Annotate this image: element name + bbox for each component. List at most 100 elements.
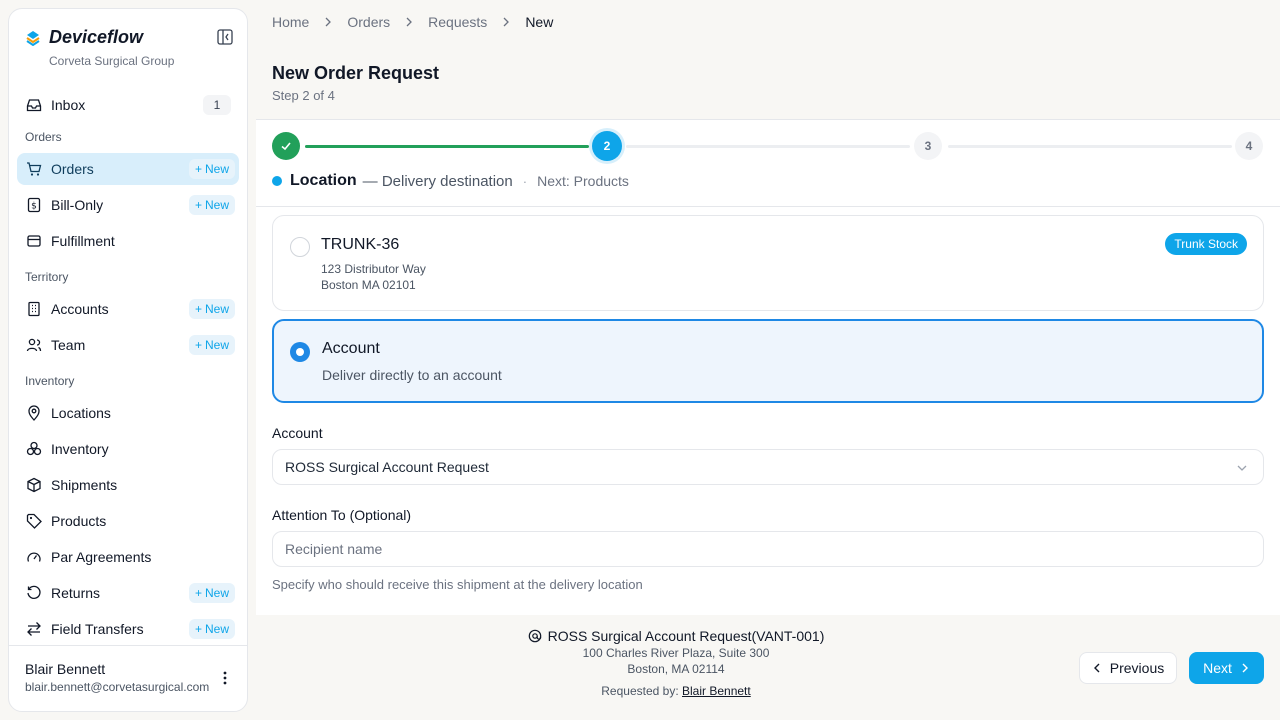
cart-icon [25, 160, 43, 178]
step-2-current[interactable]: 2 [592, 131, 622, 161]
section-label-territory: Territory [25, 270, 69, 284]
option-description: Deliver directly to an account [322, 367, 502, 383]
previous-label: Previous [1109, 660, 1165, 676]
account-select-value: ROSS Surgical Account Request [285, 459, 489, 475]
sidebar-item-label: Locations [51, 405, 111, 421]
sidebar-item-label: Orders [51, 161, 94, 177]
step-1-complete[interactable] [272, 132, 300, 160]
user-email: blair.bennett@corvetasurgical.com [25, 680, 210, 694]
summary-account-name: ROSS Surgical Account Request(VANT-001) [547, 628, 825, 644]
sidebar-item-locations[interactable]: Locations [17, 397, 239, 429]
step-description: — Delivery destination [362, 172, 513, 190]
attention-helper-text: Specify who should receive this shipment… [272, 577, 643, 592]
requested-by: Requested by: Blair Bennett [456, 684, 896, 698]
receipt-icon: $ [25, 196, 43, 214]
sidebar-item-fulfillment[interactable]: Fulfillment [17, 225, 239, 257]
recipient-name-input[interactable] [285, 541, 1263, 557]
sidebar-item-accounts[interactable]: Accounts + New [17, 293, 239, 325]
location-option-account[interactable]: Account Deliver directly to an account [272, 319, 1264, 403]
building-icon [25, 300, 43, 318]
sidebar-item-products[interactable]: Products [17, 505, 239, 537]
sidebar-item-label: Bill-Only [51, 197, 104, 213]
svg-text:$: $ [31, 202, 37, 212]
step-caption: Location — Delivery destination · Next: … [272, 172, 629, 190]
sidebar-item-label: Inventory [51, 441, 109, 457]
box-icon [25, 232, 43, 250]
deviceflow-logo-icon [26, 30, 40, 46]
chevron-left-icon [1093, 663, 1100, 673]
plus-icon: + [194, 302, 202, 316]
breadcrumb-orders[interactable]: Orders [347, 14, 390, 30]
sidebar-item-par-agreements[interactable]: Par Agreements [17, 541, 239, 573]
option-title: Account [322, 340, 380, 357]
sidebar-item-field-transfers[interactable]: Field Transfers + New [17, 613, 239, 645]
plus-icon: + [194, 338, 202, 352]
new-account-button[interactable]: + New [188, 299, 235, 319]
sidebar-item-bill-only[interactable]: $ Bill-Only + New [17, 189, 239, 221]
inbox-icon [25, 96, 43, 114]
sidebar-item-inventory[interactable]: Inventory [17, 433, 239, 465]
gauge-icon [25, 548, 43, 566]
previous-button[interactable]: Previous [1079, 652, 1177, 684]
boxes-icon [25, 440, 43, 458]
chevron-right-icon [323, 14, 333, 30]
brand[interactable]: Deviceflow [25, 27, 143, 48]
requested-by-link[interactable]: Blair Bennett [682, 684, 751, 698]
inbox-count-badge: 1 [203, 95, 231, 115]
new-order-button[interactable]: + New [188, 159, 235, 179]
plus-icon: + [194, 198, 202, 212]
radio-trunk[interactable] [290, 237, 310, 257]
new-return-button[interactable]: + New [188, 583, 235, 603]
attention-field[interactable] [272, 531, 1264, 567]
sidebar-item-label: Fulfillment [51, 233, 115, 249]
option-address-line1: 123 Distributor Way [321, 262, 426, 276]
new-team-button[interactable]: + New [188, 335, 235, 355]
brand-name: Deviceflow [49, 27, 144, 47]
new-bill-only-button[interactable]: + New [188, 195, 235, 215]
radio-dot [296, 348, 304, 356]
sidebar-item-label: Team [51, 337, 86, 353]
sidebar-item-orders[interactable]: Orders + New [17, 153, 239, 185]
summary-title: ROSS Surgical Account Request(VANT-001) [456, 628, 896, 644]
plus-icon: + [194, 162, 202, 176]
section-label-orders: Orders [25, 130, 62, 144]
sidebar-item-inbox[interactable]: Inbox 1 [17, 89, 239, 121]
sidebar-item-team[interactable]: Team + New [17, 329, 239, 361]
delivery-summary: ROSS Surgical Account Request(VANT-001) … [456, 628, 896, 698]
breadcrumb-home[interactable]: Home [272, 14, 309, 30]
next-step-hint: Next: Products [537, 173, 629, 189]
page-subtitle: Step 2 of 4 [272, 88, 335, 103]
sidebar-item-label: Accounts [51, 301, 109, 317]
user-profile[interactable]: Blair Bennett blair.bennett@corvetasurgi… [9, 645, 247, 711]
trunk-stock-badge: Trunk Stock [1165, 233, 1247, 255]
option-title: TRUNK-36 [321, 236, 400, 253]
account-label: Account [272, 425, 323, 441]
location-option-trunk[interactable]: TRUNK-36 123 Distributor Way Boston MA 0… [272, 215, 1264, 311]
radio-account-selected[interactable] [290, 342, 310, 362]
step-4[interactable]: 4 [1235, 132, 1263, 160]
attention-label: Attention To (Optional) [272, 507, 412, 523]
section-label-inventory: Inventory [25, 374, 75, 388]
next-button[interactable]: Next [1189, 652, 1264, 684]
new-field-transfer-button[interactable]: + New [188, 619, 235, 639]
separator: · [522, 173, 528, 189]
breadcrumb-requests[interactable]: Requests [428, 14, 487, 30]
sidebar-item-returns[interactable]: Returns + New [17, 577, 239, 609]
sidebar-item-label: Returns [51, 585, 101, 601]
more-vertical-icon[interactable] [217, 670, 233, 686]
account-select[interactable]: ROSS Surgical Account Request [272, 449, 1264, 485]
current-step-dot [272, 176, 282, 186]
chevron-right-icon [501, 14, 511, 30]
requested-by-label: Requested by: [601, 684, 679, 698]
step-3[interactable]: 3 [914, 132, 942, 160]
sidebar-item-label: Field Transfers [51, 621, 144, 637]
sidebar-item-label: Shipments [51, 477, 118, 493]
sidebar-item-shipments[interactable]: Shipments [17, 469, 239, 501]
rotate-icon [25, 584, 43, 602]
next-label: Next [1203, 660, 1232, 676]
page-title: New Order Request [272, 63, 440, 83]
sidebar: Deviceflow Corveta Surgical Group Inbox … [8, 8, 248, 712]
transfer-icon [25, 620, 43, 638]
sidebar-collapse-icon[interactable] [217, 29, 233, 45]
check-icon [281, 142, 291, 151]
